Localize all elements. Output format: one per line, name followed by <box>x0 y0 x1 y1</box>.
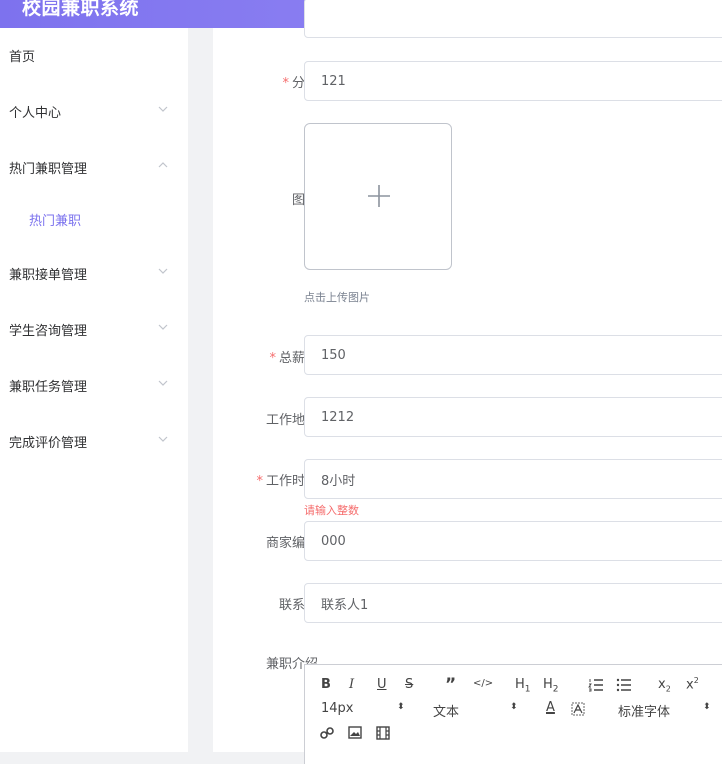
sidebar-item-student-consult-management[interactable]: 学生咨询管理 <box>9 318 179 340</box>
job-edit-form: *分类 121 图片 点击上传图片 *总薪资 150 工作地点 1212 *工作… <box>213 0 722 764</box>
contact-input[interactable]: 联系人1 <box>304 583 722 623</box>
location-input[interactable]: 1212 <box>304 397 722 437</box>
chevron-down-icon <box>158 268 168 274</box>
required-mark: * <box>256 474 263 489</box>
chevron-down-icon <box>158 380 168 386</box>
duration-input[interactable]: 8小时 <box>304 459 722 499</box>
image-upload-box[interactable] <box>304 123 452 270</box>
sidebar-menu: 首页 个人中心 热门兼职管理 热门兼职 兼职接单管理 学生咨询管理 兼职任务管理… <box>0 28 188 752</box>
sidebar-item-label: 热门兼职管理 <box>9 161 88 177</box>
chevron-down-icon <box>158 436 168 442</box>
video-icon[interactable] <box>376 726 390 740</box>
blockquote-button[interactable]: ” <box>445 675 456 695</box>
sidebar-item-label: 学生咨询管理 <box>9 323 88 339</box>
upload-hint: 点击上传图片 <box>304 291 370 304</box>
font-size-select[interactable]: 14px <box>321 701 354 716</box>
select-arrows-icon: ⬍ <box>510 702 518 712</box>
link-icon[interactable] <box>320 726 334 740</box>
sidebar-item-label: 兼职接单管理 <box>9 267 88 283</box>
category-input[interactable]: 121 <box>304 61 722 101</box>
code-block-button[interactable]: </> <box>473 678 493 689</box>
text-style-select[interactable]: 文本 <box>433 701 459 720</box>
main-content: *分类 121 图片 点击上传图片 *总薪资 150 工作地点 1212 *工作… <box>188 0 722 764</box>
underline-button[interactable]: U <box>377 677 387 692</box>
select-arrows-icon: ⬍ <box>397 702 405 712</box>
sidebar-item-job-orders-management[interactable]: 兼职接单管理 <box>9 262 179 284</box>
sidebar-item-reviews-management[interactable]: 完成评价管理 <box>9 430 179 452</box>
chevron-down-icon <box>158 106 168 112</box>
sidebar-item-label: 个人中心 <box>9 105 62 121</box>
chevron-up-icon <box>158 162 168 168</box>
sidebar-item-label: 首页 <box>9 49 36 65</box>
sidebar-item-job-tasks-management[interactable]: 兼职任务管理 <box>9 374 179 396</box>
heading1-button[interactable]: H1 <box>515 677 531 695</box>
bold-button[interactable]: B <box>321 677 331 692</box>
merchant-input[interactable]: 000 <box>304 521 722 561</box>
strikethrough-button[interactable]: S <box>405 677 413 692</box>
sidebar-subitem-hot-jobs[interactable]: 热门兼职 <box>29 208 81 230</box>
required-mark: * <box>282 76 289 91</box>
chevron-down-icon <box>158 324 168 330</box>
image-icon[interactable] <box>348 726 362 739</box>
sidebar-item-label: 完成评价管理 <box>9 435 88 451</box>
salary-input[interactable]: 150 <box>304 335 722 375</box>
app-title: 校园兼职系统 <box>22 0 140 19</box>
subscript-button[interactable]: x2 <box>658 677 671 694</box>
ordered-list-icon[interactable] <box>588 678 604 692</box>
font-family-select[interactable]: 标准字体 <box>618 701 670 720</box>
sidebar-item-home[interactable]: 首页 <box>9 44 179 66</box>
heading2-button[interactable]: H2 <box>543 677 559 695</box>
italic-button[interactable]: I <box>349 677 354 692</box>
font-color-button[interactable]: A <box>546 700 555 715</box>
background-color-icon[interactable] <box>571 702 585 716</box>
sidebar-item-hot-jobs-management[interactable]: 热门兼职管理 <box>9 156 179 178</box>
plus-icon <box>368 185 390 207</box>
select-arrows-icon: ⬍ <box>703 702 711 712</box>
rich-text-editor[interactable]: B I U S ” </> H1 H2 x2 x2 14px ⬍ 文本 ⬍ A … <box>304 664 722 764</box>
sidebar-item-personal-center[interactable]: 个人中心 <box>9 100 179 122</box>
superscript-button[interactable]: x2 <box>686 676 699 692</box>
bullet-list-icon[interactable] <box>616 678 632 692</box>
required-mark: * <box>269 351 276 366</box>
sidebar-item-label: 兼职任务管理 <box>9 379 88 395</box>
duration-error: 请输入整数 <box>304 504 359 517</box>
field-above-input[interactable] <box>304 0 722 38</box>
